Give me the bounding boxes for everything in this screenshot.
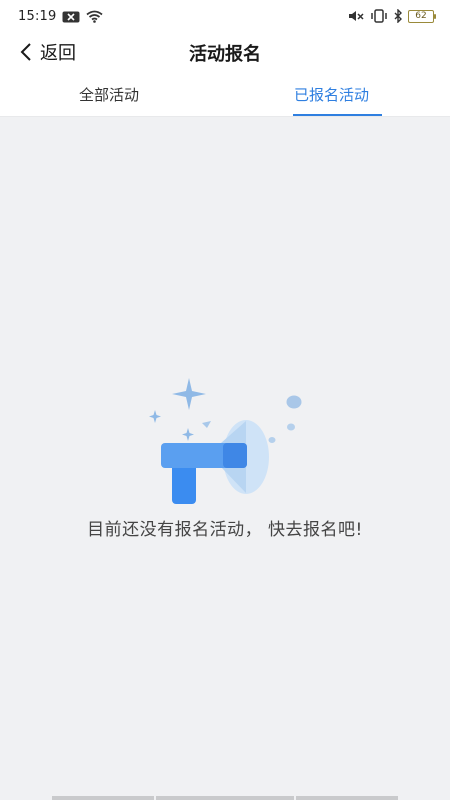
back-label: 返回	[40, 43, 76, 64]
tab-registered-activities[interactable]: 已报名活动	[294, 84, 369, 105]
bluetooth-icon	[394, 9, 402, 23]
bubble-small	[268, 437, 276, 443]
bubble-medium	[287, 423, 295, 431]
bottom-divider-left	[52, 796, 154, 800]
bottom-divider-middle	[156, 796, 294, 800]
active-tab-indicator	[293, 114, 382, 116]
battery-level: 62	[415, 10, 427, 21]
sparkle-large	[172, 378, 206, 410]
chevron-left-icon	[20, 43, 31, 61]
status-right-icons: 62	[347, 9, 436, 23]
status-left-icons	[62, 10, 103, 23]
megaphone-icon	[149, 378, 302, 504]
mute-icon	[349, 11, 364, 21]
sparkle-small	[149, 410, 161, 423]
vibrate-icon	[371, 9, 387, 23]
battery-icon: 62	[408, 9, 436, 23]
status-time: 15:19	[18, 9, 57, 24]
nav-bar: 返回 活动报名	[0, 36, 450, 74]
status-bar: 15:19 62	[0, 0, 450, 36]
tab-bar: 全部活动 已报名活动	[0, 74, 450, 117]
bottom-divider-right	[296, 796, 398, 800]
wifi-icon	[86, 10, 103, 23]
notification-icon	[62, 11, 80, 22]
bubble-large	[286, 395, 302, 409]
empty-state-message: 目前还没有报名活动， 快去报名吧!	[87, 520, 363, 540]
back-button[interactable]: 返回	[20, 38, 76, 66]
sparkle-tiny	[182, 428, 194, 441]
tab-all-activities[interactable]: 全部活动	[79, 84, 139, 105]
